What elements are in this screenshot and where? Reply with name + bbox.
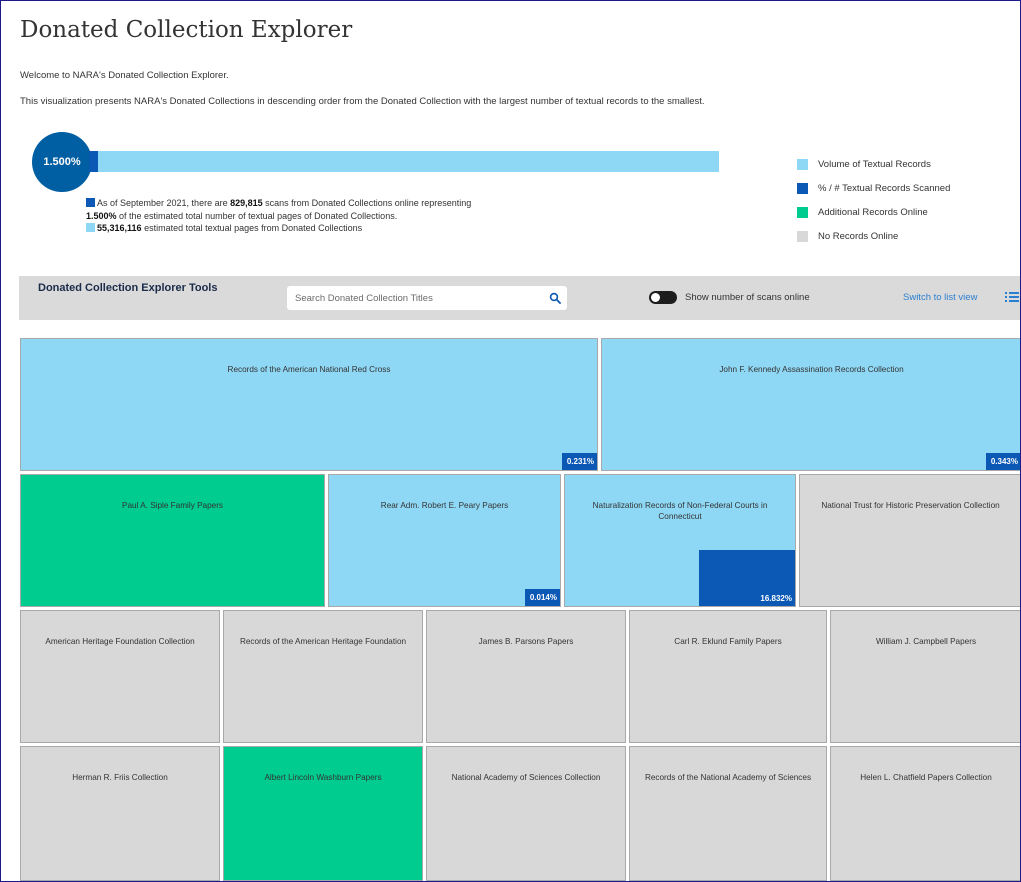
collection-name: Albert Lincoln Washburn Papers	[264, 773, 382, 782]
collection-name: National Academy of Sciences Collection	[451, 773, 601, 782]
toggle-knob	[651, 293, 660, 302]
legend-swatch	[797, 230, 808, 242]
explorer-toolbar: Donated Collection Explorer Tools Show n…	[19, 276, 1020, 320]
legend: Volume of Textual Records % / # Textual R…	[797, 152, 950, 248]
search-box	[287, 286, 567, 310]
collection-tile[interactable]: Helen L. Chatfield Papers Collection	[830, 746, 1020, 881]
scans-toggle[interactable]	[649, 291, 677, 304]
volume-bar	[89, 151, 719, 172]
search-icon[interactable]	[549, 292, 561, 304]
legend-item: % / # Textual Records Scanned	[797, 176, 950, 200]
collection-tile[interactable]: American Heritage Foundation Collection	[20, 610, 220, 743]
collection-tile[interactable]: James B. Parsons Papers	[426, 610, 626, 743]
collection-tile[interactable]: Naturalization Records of Non-Federal Co…	[564, 474, 796, 607]
collection-tile[interactable]: Carl R. Eklund Family Papers	[629, 610, 827, 743]
summary-stats: As of September 2021, there are 829,815 …	[86, 197, 486, 235]
collection-tile[interactable]: Herman R. Friis Collection	[20, 746, 220, 881]
collection-name: American Heritage Foundation Collection	[45, 637, 195, 646]
scanned-portion: 16.832%	[699, 550, 795, 606]
collection-tile[interactable]: Records of the National Academy of Scien…	[629, 746, 827, 881]
volume-swatch	[86, 223, 95, 233]
collection-name: National Trust for Historic Preservation…	[821, 501, 1000, 510]
collection-tile[interactable]: Albert Lincoln Washburn Papers	[223, 746, 423, 881]
legend-label: % / # Textual Records Scanned	[818, 182, 951, 194]
collection-tile[interactable]: Rear Adm. Robert E. Peary Papers 0.014%	[328, 474, 561, 607]
legend-swatch	[797, 182, 808, 194]
total-pages-count: 55,316,116	[97, 223, 142, 234]
collection-tile[interactable]: John F. Kennedy Assassination Records Co…	[601, 338, 1020, 471]
collection-name: Carl R. Eklund Family Papers	[674, 637, 782, 646]
collection-name: William J. Campbell Papers	[875, 637, 977, 646]
collection-name: Records of the American National Red Cro…	[227, 365, 391, 374]
collection-name: Rear Adm. Robert E. Peary Papers	[380, 501, 509, 510]
scanned-percent: 16.832%	[760, 594, 792, 603]
legend-label: Additional Records Online	[818, 206, 928, 218]
scanned-swatch	[86, 198, 95, 207]
scans-count: 829,815	[230, 198, 263, 208]
collection-tile[interactable]: Paul A. Siple Family Papers	[20, 474, 325, 607]
tools-title: Donated Collection Explorer Tools	[38, 282, 218, 294]
intro-welcome: Welcome to NARA's Donated Collection Exp…	[20, 70, 229, 81]
scanned-percent-badge: 0.343%	[985, 453, 1020, 470]
legend-swatch	[797, 206, 808, 218]
search-input[interactable]	[287, 286, 537, 310]
scanned-percent-badge: 0.014%	[524, 589, 560, 606]
list-view-icon[interactable]	[1005, 291, 1019, 303]
collection-name: John F. Kennedy Assassination Records Co…	[719, 365, 904, 374]
legend-swatch	[797, 158, 808, 170]
collection-name: Herman R. Friis Collection	[72, 773, 168, 782]
collection-name: Records of the American Heritage Foundat…	[239, 637, 407, 646]
collection-name: Paul A. Siple Family Papers	[121, 501, 224, 510]
collection-name: James B. Parsons Papers	[478, 637, 574, 646]
legend-item: Volume of Textual Records	[797, 152, 950, 176]
collection-name: Helen L. Chatfield Papers Collection	[860, 773, 992, 782]
collection-tile[interactable]: National Trust for Historic Preservation…	[799, 474, 1020, 607]
collection-tile[interactable]: National Academy of Sciences Collection	[426, 746, 626, 881]
scanned-bar-fill	[89, 151, 99, 172]
scans-percent: 1.500%	[86, 210, 117, 221]
switch-to-list-view-link[interactable]: Switch to list view	[903, 292, 977, 303]
legend-item: Additional Records Online	[797, 200, 950, 224]
scanned-percent-badge: 0.231%	[561, 453, 597, 470]
collection-name: Records of the National Academy of Scien…	[644, 773, 812, 782]
scans-toggle-label: Show number of scans online	[685, 292, 810, 303]
legend-label: No Records Online	[818, 230, 899, 242]
total-pages-statement: 55,316,116 estimated total textual pages…	[86, 222, 486, 235]
collection-tile[interactable]: Records of the American Heritage Foundat…	[223, 610, 423, 743]
legend-item: No Records Online	[797, 224, 950, 248]
collection-tile[interactable]: William J. Campbell Papers	[830, 610, 1020, 743]
scans-statement: As of September 2021, there are 829,815 …	[86, 198, 472, 221]
intro-description: This visualization presents NARA's Donat…	[20, 96, 705, 107]
collection-name: Naturalization Records of Non-Federal Co…	[592, 501, 768, 521]
legend-label: Volume of Textual Records	[818, 158, 931, 170]
percent-circle: 1.500%	[32, 132, 92, 192]
collection-tile[interactable]: Records of the American National Red Cro…	[20, 338, 598, 471]
page-title: Donated Collection Explorer	[20, 17, 353, 43]
app-frame: Donated Collection Explorer Welcome to N…	[0, 0, 1021, 882]
